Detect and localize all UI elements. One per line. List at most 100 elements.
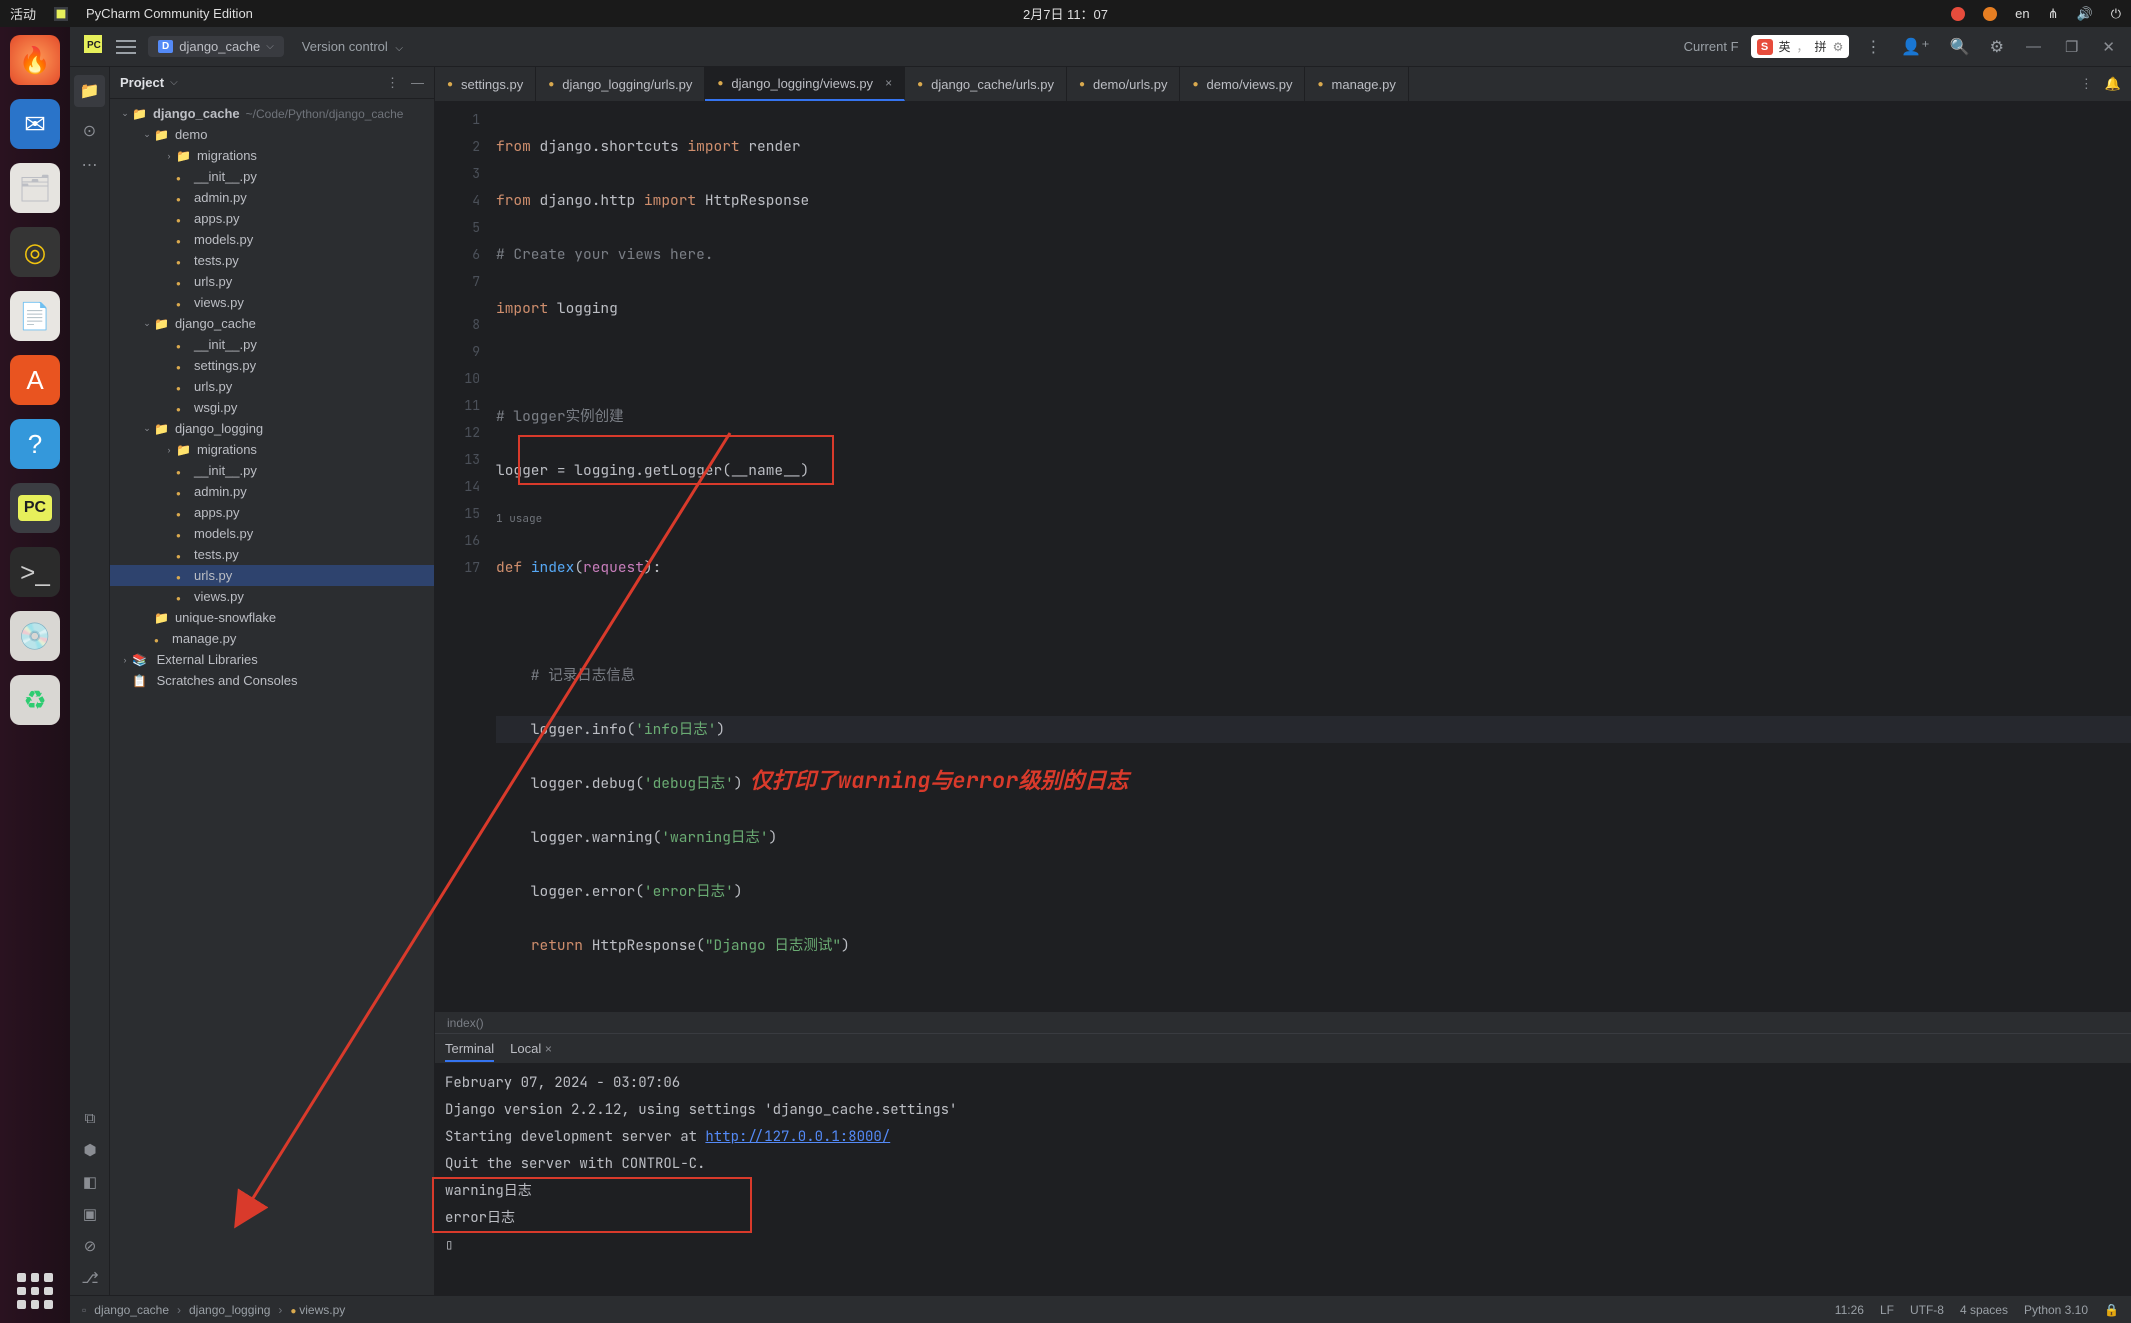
tree-file[interactable]: __init__.py <box>110 334 434 355</box>
tree-file[interactable]: tests.py <box>110 250 434 271</box>
dock-files-icon[interactable]: 🗂 <box>10 163 60 213</box>
dock-pycharm-icon[interactable]: PC <box>10 483 60 533</box>
project-switcher[interactable]: D django_cache ⌵ <box>148 36 284 57</box>
tree-file[interactable]: urls.py <box>110 271 434 292</box>
editor-viewport[interactable]: 1 3 ⌃⌄ 1234567 891011121314151617 from d… <box>435 102 2131 1011</box>
kebab-menu-icon[interactable]: ⋮ <box>386 75 399 91</box>
python-packages-tool-icon[interactable]: ⬢ <box>83 1141 96 1159</box>
dock-apps-grid-icon[interactable] <box>17 1273 53 1309</box>
tab-logging-urls[interactable]: ●django_logging/urls.py <box>536 67 705 101</box>
dock-software-icon[interactable]: A <box>10 355 60 405</box>
code-editor[interactable]: from django.shortcuts import render from… <box>490 102 2131 1011</box>
search-icon[interactable]: 🔍 <box>1946 37 1974 57</box>
status-indent[interactable]: 4 spaces <box>1960 1303 2008 1317</box>
tree-file[interactable]: wsgi.py <box>110 397 434 418</box>
tray-notification-icon[interactable] <box>1983 7 1997 21</box>
window-close-icon[interactable]: ✕ <box>2096 38 2121 56</box>
dock-firefox-icon[interactable]: 🔥 <box>10 35 60 85</box>
tree-file[interactable]: __init__.py <box>110 460 434 481</box>
dock-help-icon[interactable]: ? <box>10 419 60 469</box>
tree-file-selected[interactable]: urls.py <box>110 565 434 586</box>
dock-terminal-icon[interactable]: >_ <box>10 547 60 597</box>
tree-file[interactable]: apps.py <box>110 208 434 229</box>
tree-folder-django-logging[interactable]: ⌄django_logging <box>110 418 434 439</box>
run-config-label[interactable]: Current F <box>1684 39 1739 54</box>
hide-pane-icon[interactable]: — <box>411 75 424 90</box>
hamburger-menu-icon[interactable] <box>116 40 136 54</box>
tree-folder-unique-snowflake[interactable]: unique-snowflake <box>110 607 434 628</box>
terminal-link[interactable]: http://127.0.0.1:8000/ <box>705 1128 890 1146</box>
tray-power-icon[interactable]: ⏻ <box>2111 6 2121 22</box>
structure-tool-icon[interactable]: ⋯ <box>82 155 98 175</box>
terminal-line: February 07, 2024 - 03:07:06 <box>445 1070 2121 1097</box>
dock-writer-icon[interactable]: 📄 <box>10 291 60 341</box>
tree-scratches[interactable]: 📋 Scratches and Consoles <box>110 670 434 691</box>
dock-trash-icon[interactable]: ♻ <box>10 675 60 725</box>
status-caret-pos[interactable]: 11:26 <box>1835 1303 1864 1317</box>
tree-file[interactable]: models.py <box>110 229 434 250</box>
terminal-body[interactable]: February 07, 2024 - 03:07:06 Django vers… <box>435 1064 2131 1295</box>
problems-tool-icon[interactable]: ⊘ <box>84 1237 97 1255</box>
project-tool-icon[interactable]: 📁 <box>74 75 106 107</box>
tree-external-libraries[interactable]: ›📚 External Libraries <box>110 649 434 670</box>
tray-volume-icon[interactable]: 🔊 <box>2077 6 2093 22</box>
tree-folder-migrations[interactable]: ›migrations <box>110 439 434 460</box>
tree-file[interactable]: urls.py <box>110 376 434 397</box>
window-minimize-icon[interactable]: — <box>2020 38 2047 55</box>
code-with-me-icon[interactable]: 👤⁺ <box>1897 37 1933 57</box>
tree-folder-demo[interactable]: ⌄demo <box>110 124 434 145</box>
tree-file[interactable]: apps.py <box>110 502 434 523</box>
tree-file[interactable]: models.py <box>110 523 434 544</box>
git-tool-icon[interactable]: ⎇ <box>81 1269 98 1287</box>
tree-file[interactable]: admin.py <box>110 481 434 502</box>
tab-manage[interactable]: ●manage.py <box>1305 67 1408 101</box>
kebab-menu-icon[interactable]: ⋮ <box>2080 76 2093 92</box>
services-tool-icon[interactable]: ◧ <box>83 1173 97 1191</box>
project-tree[interactable]: ⌄django_cache~/Code/Python/django_cache … <box>110 99 434 1295</box>
status-python[interactable]: Python 3.10 <box>2024 1303 2088 1317</box>
notifications-icon[interactable]: 🔔 <box>2105 76 2121 92</box>
status-lock-icon[interactable]: 🔒 <box>2104 1303 2119 1317</box>
tab-settings[interactable]: ●settings.py <box>435 67 536 101</box>
close-icon[interactable]: × <box>885 76 892 90</box>
activities-label[interactable]: 活动 <box>10 4 36 23</box>
ubuntu-topbar: 活动 PyCharm Community Edition 2月7日 11：07 … <box>0 0 2131 27</box>
tree-root[interactable]: ⌄django_cache~/Code/Python/django_cache <box>110 103 434 124</box>
usage-hint[interactable]: 1 usage <box>496 511 2131 527</box>
ubuntu-clock[interactable]: 2月7日 11：07 <box>1023 4 1108 23</box>
dock-disk-icon[interactable]: 💿 <box>10 611 60 661</box>
status-encoding[interactable]: UTF-8 <box>1910 1303 1944 1317</box>
pycharm-app-icon[interactable]: PC <box>80 35 106 58</box>
dock-rhythmbox-icon[interactable]: ◎ <box>10 227 60 277</box>
terminal-tool-icon[interactable]: ▣ <box>83 1205 97 1223</box>
dock-thunderbird-icon[interactable]: ✉ <box>10 99 60 149</box>
ime-toolbar[interactable]: S 英 ， 拼 ⚙ <box>1751 35 1850 58</box>
breadcrumb[interactable]: ▫ django_cache › django_logging › ● view… <box>82 1303 345 1317</box>
ime-settings-icon[interactable]: ⚙ <box>1833 40 1844 54</box>
version-control-menu[interactable]: Version control ⌵ <box>302 39 403 54</box>
project-pane-header[interactable]: Project ⌵ ⋮ — <box>110 67 434 99</box>
tree-folder-migrations[interactable]: ›migrations <box>110 145 434 166</box>
tree-file-manage[interactable]: manage.py <box>110 628 434 649</box>
tab-cache-urls[interactable]: ●django_cache/urls.py <box>905 67 1067 101</box>
tree-folder-django-cache[interactable]: ⌄django_cache <box>110 313 434 334</box>
tree-file[interactable]: settings.py <box>110 355 434 376</box>
tab-terminal[interactable]: Terminal <box>445 1041 494 1062</box>
tree-file[interactable]: views.py <box>110 292 434 313</box>
tray-network-icon[interactable]: ⋔ <box>2048 6 2059 22</box>
tree-file[interactable]: views.py <box>110 586 434 607</box>
tray-lang[interactable]: en <box>2015 6 2029 21</box>
window-restore-icon[interactable]: ❐ <box>2059 38 2084 56</box>
tab-logging-views[interactable]: ●django_logging/views.py× <box>705 67 905 101</box>
tab-demo-urls[interactable]: ●demo/urls.py <box>1067 67 1180 101</box>
tree-file[interactable]: admin.py <box>110 187 434 208</box>
kebab-menu-icon[interactable]: ⋮ <box>1861 37 1885 57</box>
python-console-tool-icon[interactable]: ⧉ <box>85 1110 96 1127</box>
tree-file[interactable]: tests.py <box>110 544 434 565</box>
tree-file[interactable]: __init__.py <box>110 166 434 187</box>
status-line-sep[interactable]: LF <box>1880 1303 1894 1317</box>
commit-tool-icon[interactable]: ⊙ <box>83 121 96 141</box>
settings-icon[interactable]: ⚙ <box>1986 37 2008 57</box>
tray-sogou-icon[interactable] <box>1951 7 1965 21</box>
tab-demo-views[interactable]: ●demo/views.py <box>1180 67 1305 101</box>
